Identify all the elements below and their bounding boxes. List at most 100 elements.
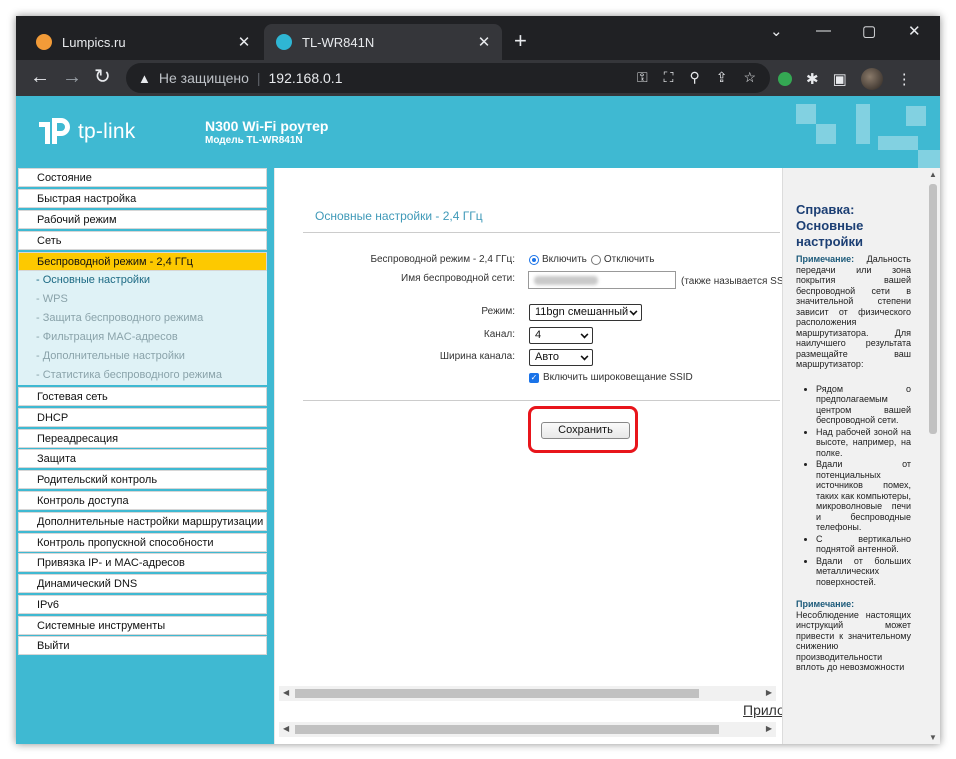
horizontal-scrollbar[interactable]: ◀ ▶ (279, 722, 776, 737)
submenu-item-mac-filtering[interactable]: - Фильтрация MAC-адресов (18, 328, 267, 347)
horizontal-scrollbar[interactable]: ◀ ▶ (279, 686, 776, 701)
scroll-up-icon[interactable]: ▲ (929, 170, 937, 179)
ssid-hint: (также называется SS (681, 276, 784, 287)
menu-item-operation-mode[interactable]: Рабочий режим (18, 210, 267, 229)
submenu-item-statistics[interactable]: - Статистика беспроводного режима (18, 366, 267, 385)
tab-lumpics[interactable]: Lumpics.ru ✕ (24, 24, 262, 60)
mode-value: 11bgn смешанный (535, 306, 629, 318)
menu-item-security[interactable]: Защита (18, 449, 267, 468)
header-decoration (856, 104, 870, 144)
tplink-logo-icon (36, 114, 72, 150)
disable-radio-label[interactable]: Отключить (604, 254, 655, 265)
submenu-item-basic-settings[interactable]: - Основные настройки (18, 271, 267, 290)
translate-icon[interactable]: ⛶ (664, 69, 674, 86)
key-icon[interactable]: ⚿ (637, 69, 648, 86)
help-vertical-scrollbar[interactable]: ▲ ▼ (926, 168, 940, 744)
submenu-item-wps[interactable]: - WPS (18, 290, 267, 309)
url-text[interactable]: 192.168.0.1 (269, 70, 343, 86)
ssid-broadcast-checkbox[interactable]: ✓ (529, 372, 539, 383)
save-button[interactable]: Сохранить (541, 422, 630, 439)
menu-item-wireless-24[interactable]: Беспроводной режим - 2,4 ГГц (18, 252, 267, 271)
omnibox-actions: ⚿ ⛶ ⚲ ⇪ ☆ (637, 69, 756, 86)
minimize-button[interactable]: — (816, 22, 831, 39)
address-bar[interactable]: ▲ Не защищено | 192.168.0.1 ⚿ ⛶ ⚲ ⇪ ☆ (126, 63, 770, 93)
sidepanel-icon[interactable]: ▣ (833, 70, 847, 88)
scroll-right-icon[interactable]: ▶ (766, 688, 772, 697)
tab-title: Lumpics.ru (62, 34, 126, 50)
close-window-button[interactable]: ✕ (908, 22, 921, 40)
product-model: Модель TL-WR841N (205, 135, 303, 146)
profile-avatar[interactable] (860, 68, 883, 90)
disable-radio[interactable] (590, 254, 601, 265)
tab-title: TL-WR841N (302, 34, 375, 50)
router-menu: Состояние Быстрая настройка Рабочий режи… (16, 168, 274, 744)
channel-width-label: Ширина канала: (439, 351, 515, 362)
new-tab-button[interactable]: + (514, 30, 527, 52)
scrollbar-thumb[interactable] (929, 184, 937, 434)
puzzle-icon[interactable]: ✱ (806, 70, 819, 88)
menu-item-ipv6[interactable]: IPv6 (18, 595, 267, 614)
help-bullets: Рядом о предполагаемым центром вашей бес… (816, 384, 911, 588)
chevron-down-icon (580, 330, 589, 339)
scroll-down-icon[interactable]: ▼ (929, 733, 937, 742)
back-button[interactable]: ← (30, 67, 50, 87)
scrollbar-thumb[interactable] (295, 689, 699, 698)
channel-select[interactable]: 4 (529, 327, 593, 344)
enable-radio-label[interactable]: Включить (542, 254, 587, 265)
extension-green-icon[interactable] (778, 72, 792, 86)
forward-button[interactable]: → (62, 67, 82, 87)
menu-dots-icon[interactable]: ⋮ (897, 70, 912, 88)
scroll-right-icon[interactable]: ▶ (766, 724, 772, 733)
tplink-logo: tp-link (36, 114, 135, 150)
channel-width-value: Авто (535, 351, 559, 363)
blurred-ssid (534, 276, 598, 285)
chevron-down-icon (629, 307, 638, 316)
warning-icon[interactable]: ▲ (138, 71, 151, 86)
menu-item-system-tools[interactable]: Системные инструменты (18, 616, 267, 635)
scrollbar-thumb[interactable] (295, 725, 719, 734)
security-status[interactable]: Не защищено (159, 70, 249, 86)
menu-item-quick-setup[interactable]: Быстрая настройка (18, 189, 267, 208)
submenu-item-wireless-security[interactable]: - Защита беспроводного режима (18, 309, 267, 328)
submenu-item-advanced[interactable]: - Дополнительные настройки (18, 347, 267, 366)
scroll-left-icon[interactable]: ◀ (283, 724, 289, 733)
cut-off-link[interactable]: Прило (743, 702, 785, 718)
scroll-left-icon[interactable]: ◀ (283, 688, 289, 697)
close-tab-icon[interactable]: ✕ (476, 33, 492, 51)
menu-item-advanced-routing[interactable]: Дополнительные настройки маршрутизации (18, 512, 267, 531)
mode-select[interactable]: 11bgn смешанный (529, 304, 642, 321)
menu-item-bandwidth-control[interactable]: Контроль пропускной способности (18, 533, 267, 552)
help-note-label: Примечание: (796, 254, 855, 264)
menu-item-logout[interactable]: Выйти (18, 636, 267, 655)
ssid-input[interactable] (528, 271, 676, 289)
tab-tl-wr841n[interactable]: TL-WR841N ✕ (264, 24, 502, 60)
maximize-button[interactable]: ▢ (862, 22, 876, 40)
share-icon[interactable]: ⇪ (716, 69, 728, 86)
menu-item-ddns[interactable]: Динамический DNS (18, 574, 267, 593)
menu-item-dhcp[interactable]: DHCP (18, 408, 267, 427)
menu-item-forwarding[interactable]: Переадресация (18, 429, 267, 448)
star-icon[interactable]: ☆ (743, 69, 756, 86)
chevron-down-icon (580, 352, 589, 361)
divider (303, 232, 780, 233)
menu-item-ip-mac-binding[interactable]: Привязка IP- и MAC-адресов (18, 553, 267, 572)
menu-item-network[interactable]: Сеть (18, 231, 267, 250)
menu-item-status[interactable]: Состояние (18, 168, 267, 187)
menu-item-parental-control[interactable]: Родительский контроль (18, 470, 267, 489)
reload-button[interactable]: ↻ (94, 67, 111, 87)
close-tab-icon[interactable]: ✕ (236, 33, 252, 51)
page-viewport: tp-link N300 Wi-Fi роутер Модель TL-WR84… (16, 96, 940, 744)
lumpics-favicon-icon (36, 34, 52, 50)
tab-search-icon[interactable]: ⌄ (770, 22, 783, 40)
browser-window: Lumpics.ru ✕ TL-WR841N ✕ + ⌄ — ▢ ✕ ← → ↻… (16, 16, 940, 744)
enable-radio[interactable] (529, 254, 539, 265)
help-note2-text: Несоблюдение настоящих инструкций может … (796, 609, 911, 673)
ssid-broadcast-label[interactable]: Включить широковещание SSID (543, 372, 693, 383)
menu-item-guest-network[interactable]: Гостевая сеть (18, 387, 267, 406)
menu-item-access-control[interactable]: Контроль доступа (18, 491, 267, 510)
help-note2: Примечание: Несоблюдение настоящих инстр… (796, 599, 911, 673)
channel-label: Канал: (483, 329, 515, 340)
channel-width-select[interactable]: Авто (529, 349, 593, 366)
zoom-icon[interactable]: ⚲ (689, 69, 699, 86)
mode-label: Режим: (481, 306, 515, 317)
